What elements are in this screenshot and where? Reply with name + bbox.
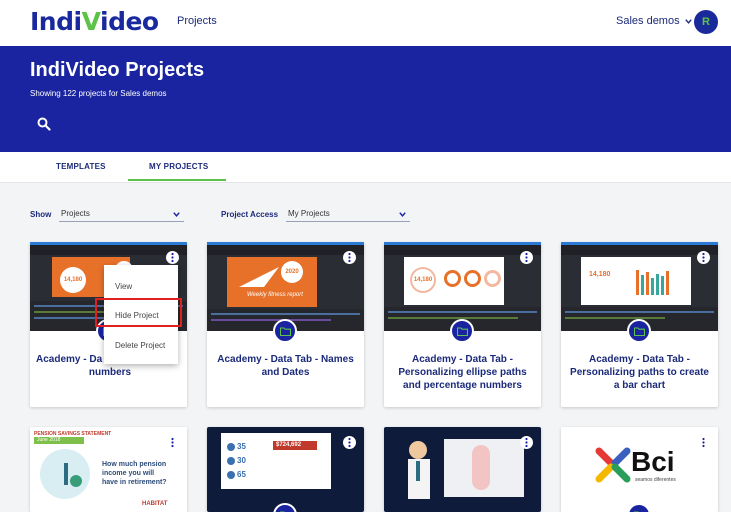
project-access-label: Project Access	[221, 210, 279, 219]
logo-text-indi: Indi	[30, 7, 82, 36]
logo-text-v: V	[81, 7, 101, 36]
menu-item-delete-project[interactable]: Delete Project	[115, 341, 165, 350]
tab-my-projects[interactable]: MY PROJECTS	[149, 162, 208, 171]
project-thumbnail: $724,692 35 30 65	[207, 427, 364, 512]
user-avatar[interactable]: R	[694, 10, 718, 34]
project-access-select[interactable]: My Projects	[286, 207, 410, 222]
logo-text-ideo: ideo	[100, 7, 159, 36]
bci-logo-icon	[595, 447, 631, 483]
project-thumbnail: PENSION SAVINGS STATEMENT June 2018 How …	[30, 427, 187, 512]
thumb-brand: HABITAT	[142, 501, 168, 507]
thumb-number: 14,180	[589, 271, 611, 278]
menu-item-view[interactable]: View	[115, 282, 132, 291]
folder-icon	[273, 319, 297, 343]
more-options-icon[interactable]	[343, 251, 356, 264]
more-options-icon[interactable]	[520, 436, 533, 449]
thumb-year: 2020	[281, 261, 303, 283]
project-card[interactable]	[384, 427, 541, 512]
project-thumbnail: 14,180	[561, 242, 718, 331]
card-title: Academy - Da	[36, 354, 103, 365]
show-filter-label: Show	[30, 210, 52, 219]
folder-icon	[450, 319, 474, 343]
thumb-text: How much pension income you will have in…	[102, 461, 167, 486]
page-header: IndiVideo Projects Showing 122 projects …	[0, 46, 731, 152]
more-options-icon[interactable]	[697, 436, 710, 449]
chevron-down-icon	[684, 18, 692, 24]
project-thumbnail	[384, 427, 541, 512]
card-title: Academy - Data Tab - Personalizing paths…	[570, 354, 709, 391]
individeo-logo[interactable]: IndiVideo	[30, 8, 159, 36]
folder-icon	[627, 319, 651, 343]
thumb-amount: $724,692	[273, 441, 317, 450]
tab-templates[interactable]: TEMPLATES	[56, 162, 106, 171]
active-tab-indicator	[128, 179, 226, 181]
card-title: Academy - Data Tab - Personalizing ellip…	[398, 354, 527, 391]
project-thumbnail: 2020 Weekly fitness report	[207, 242, 364, 331]
project-count-text: Showing 122 projects for Sales demos	[30, 89, 167, 98]
project-thumbnail: Bci seamos diferentes	[561, 427, 718, 512]
page-title: IndiVideo Projects	[30, 59, 205, 81]
nav-projects-link[interactable]: Projects	[177, 15, 217, 27]
chevron-down-icon	[173, 212, 180, 217]
paper-plane-icon	[239, 267, 279, 287]
project-card[interactable]: PENSION SAVINGS STATEMENT June 2018 How …	[30, 427, 187, 512]
card-title: Academy - Data Tab - Names and Dates	[217, 354, 354, 378]
card-title-line2: numbers	[88, 367, 132, 378]
highlight-box	[95, 298, 182, 327]
more-options-icon[interactable]	[697, 251, 710, 264]
project-tabs: TEMPLATES MY PROJECTS	[0, 152, 731, 183]
search-icon[interactable]	[37, 117, 51, 131]
thumb-value: 65	[237, 470, 246, 479]
more-options-icon[interactable]	[343, 436, 356, 449]
thumb-value: 35	[237, 442, 246, 451]
thumb-caption: Weekly fitness report	[247, 292, 303, 298]
more-options-icon[interactable]	[166, 436, 179, 449]
project-card[interactable]: 2020 Weekly fitness report Academy - Dat…	[207, 242, 364, 407]
chevron-down-icon	[399, 212, 406, 217]
thumb-number: 14,180	[60, 267, 86, 293]
thumb-brand: Bci	[631, 446, 675, 477]
org-name: Sales demos	[616, 15, 680, 27]
project-card[interactable]: 14,180 Academy - Data Tab - Personalizin…	[384, 242, 541, 407]
more-options-icon[interactable]	[520, 251, 533, 264]
project-card[interactable]: 14,180 Academy - Data Tab - Personalizin…	[561, 242, 718, 407]
project-thumbnail: 14,180	[384, 242, 541, 331]
more-options-icon[interactable]	[166, 251, 179, 264]
project-card[interactable]: Bci seamos diferentes	[561, 427, 718, 512]
top-nav: IndiVideo Projects Sales demos R	[0, 0, 731, 46]
project-card[interactable]: $724,692 35 30 65	[207, 427, 364, 512]
show-select[interactable]: Projects	[59, 207, 184, 222]
thumb-tagline: seamos diferentes	[635, 477, 676, 483]
thumb-number: 14,180	[410, 267, 436, 293]
org-switcher[interactable]: Sales demos	[616, 15, 693, 27]
thumb-value: 30	[237, 456, 246, 465]
project-access-value: My Projects	[288, 209, 330, 218]
show-select-value: Projects	[61, 209, 90, 218]
thumb-date: June 2018	[34, 437, 84, 444]
